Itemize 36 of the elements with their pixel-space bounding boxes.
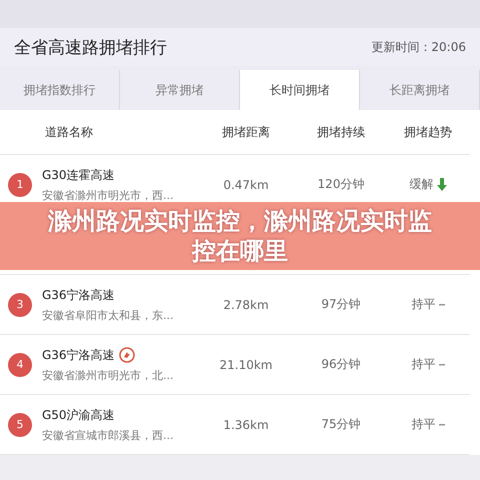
trend-label: 持平	[412, 296, 436, 313]
trend-label: 持平	[412, 416, 436, 433]
update-time: 20:06	[431, 40, 466, 54]
update-label: 更新时间：	[371, 40, 432, 54]
trend-label: 持平	[412, 356, 436, 373]
tab[interactable]: 长时间拥堵	[240, 70, 360, 110]
column-header: 拥堵距离	[221, 124, 271, 140]
duration-cell-text: 97分钟	[320, 296, 362, 313]
road-address: 安徽省阜阳市太和县，东...	[42, 308, 174, 322]
tab[interactable]: 长距离拥堵	[360, 70, 480, 110]
duration-cell-text: 75分钟	[320, 416, 362, 433]
road-name: G36宁洛高速	[42, 286, 115, 304]
trend-label: 缓解	[410, 176, 434, 193]
road-address: 安徽省滁州市明光市，西...	[42, 188, 174, 202]
distance-cell-text: 1.36km	[222, 418, 270, 432]
rank-badge: 3	[8, 292, 32, 316]
road-name: G30连霍高速	[42, 166, 115, 184]
road-name: G36宁洛高速	[42, 346, 115, 364]
tab[interactable]: 异常拥堵	[120, 70, 240, 110]
distance-cell-text: 0.47km	[222, 178, 270, 192]
road-address: 安徽省宣城市郎溪县，西...	[42, 428, 174, 442]
tab[interactable]: 拥堵指数排行	[0, 70, 120, 110]
duration-cell-text: 120分钟	[316, 176, 366, 193]
column-header: 道路名称	[44, 124, 94, 140]
duration-cell-text: 96分钟	[320, 356, 362, 373]
road-address: 安徽省滁州市明光市，北...	[42, 368, 174, 382]
rank-badge: 1	[8, 172, 32, 196]
column-header: 拥堵持续	[316, 124, 366, 140]
rank-badge: 5	[8, 412, 32, 436]
column-header: 拥堵趋势	[403, 124, 453, 140]
distance-cell-text: 21.10km	[218, 358, 274, 372]
title-banner: 滁州路况实时监控，滁州路况实时监控在哪里	[0, 202, 480, 270]
distance-cell-text: 2.78km	[222, 298, 270, 312]
page-title: 全省高速路拥堵排行	[14, 36, 167, 58]
road-name: G50沪渝高速	[42, 406, 115, 424]
rank-badge: 4	[8, 352, 32, 376]
